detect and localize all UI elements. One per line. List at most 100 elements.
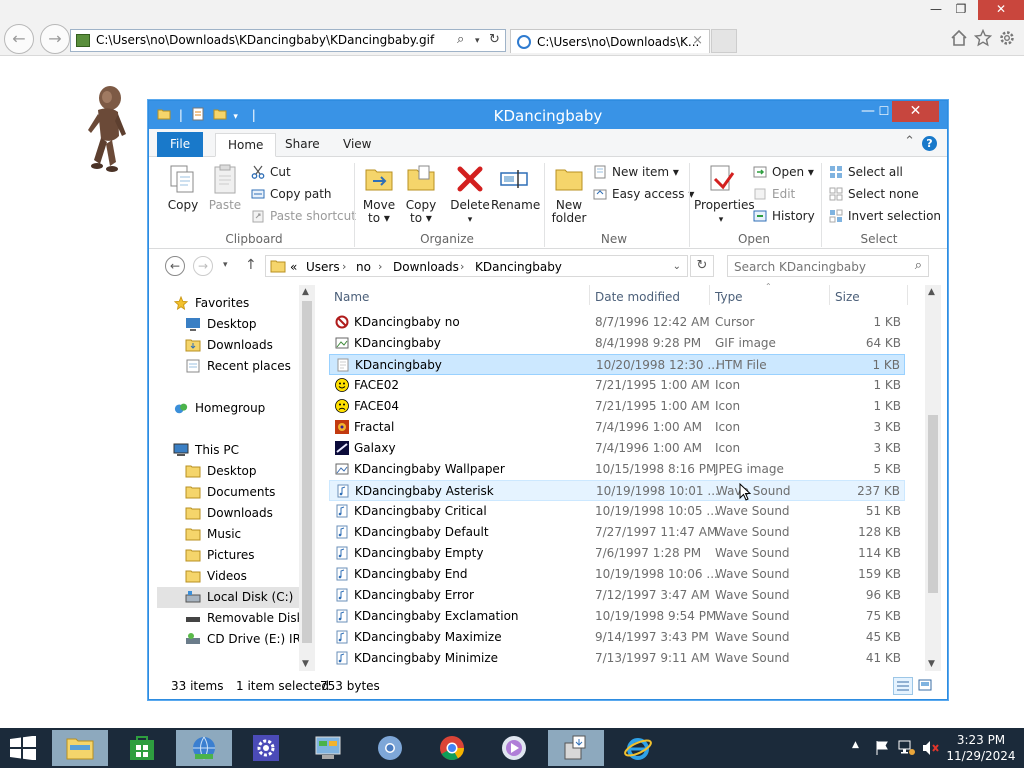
table-row[interactable]: KDancingbaby Default 7/27/1997 11:47 AM … — [329, 522, 905, 543]
taskbar-network[interactable] — [176, 730, 232, 766]
scroll-up-icon[interactable]: ▲ — [302, 287, 309, 297]
column-separator[interactable] — [907, 285, 908, 305]
settings-gear-icon[interactable] — [998, 29, 1016, 47]
breadcrumb-kdancingbaby[interactable]: KDancingbaby — [475, 260, 562, 274]
column-separator[interactable] — [829, 285, 830, 305]
history-button[interactable]: History — [753, 209, 815, 223]
taskbar-media-player[interactable] — [486, 730, 542, 766]
home-icon[interactable] — [950, 29, 968, 47]
back-button[interactable]: ← — [4, 24, 34, 54]
nav-music[interactable]: Music — [185, 524, 241, 545]
refresh-button[interactable]: ↻ — [690, 255, 714, 277]
table-row[interactable]: KDancingbaby 8/4/1998 9:28 PM GIF image … — [329, 333, 905, 354]
new-tab-button[interactable] — [711, 29, 737, 53]
table-row[interactable]: KDancingbaby 10/20/1998 12:30 ... HTM Fi… — [329, 354, 905, 375]
nav-documents[interactable]: Documents — [185, 482, 275, 503]
tab-view[interactable]: View — [331, 133, 383, 157]
scroll-down-icon[interactable]: ▼ — [928, 659, 935, 669]
table-row[interactable]: KDancingbaby Error 7/12/1997 3:47 AM Wav… — [329, 585, 905, 606]
breadcrumb[interactable]: « Users › no › Downloads › KDancingbaby … — [265, 255, 688, 277]
tab-file[interactable]: File — [157, 132, 204, 157]
scroll-up-icon[interactable]: ▲ — [928, 287, 935, 297]
details-view-button[interactable] — [893, 677, 913, 695]
table-row[interactable]: KDancingbaby Critical 10/19/1998 10:05 .… — [329, 501, 905, 522]
taskbar-chromium[interactable] — [362, 730, 418, 766]
nav-removable-disk[interactable]: Removable Disk ( — [185, 608, 299, 629]
nav-desktop[interactable]: Desktop — [185, 314, 257, 335]
search-input[interactable] — [734, 259, 904, 274]
column-header-name[interactable]: Name — [334, 290, 369, 304]
cut-button[interactable]: Cut — [251, 165, 291, 179]
help-icon[interactable]: ? — [922, 136, 937, 151]
forward-button[interactable]: → — [40, 24, 70, 54]
taskbar-file-explorer[interactable] — [52, 730, 108, 766]
nav-videos[interactable]: Videos — [185, 566, 247, 587]
breadcrumb-no[interactable]: no — [356, 260, 371, 274]
search-box[interactable]: ⌕ — [727, 255, 929, 277]
nav-local-disk[interactable]: Local Disk (C:) — [157, 587, 299, 608]
column-separator[interactable] — [709, 285, 710, 305]
refresh-icon[interactable]: ↻ — [489, 32, 500, 47]
dropdown-arrow-icon[interactable]: ▾ — [475, 36, 480, 46]
nav-downloads[interactable]: Downloads — [185, 335, 273, 356]
table-row[interactable]: KDancingbaby Maximize 9/14/1997 3:43 PM … — [329, 627, 905, 648]
new-folder-button[interactable]: New folder — [549, 163, 589, 225]
address-bar[interactable]: C:\Users\no\Downloads\KDancingbaby\KDanc… — [70, 29, 506, 52]
search-icon[interactable]: ⌕ — [457, 32, 464, 47]
taskbar-settings[interactable] — [238, 730, 294, 766]
favorites-star-icon[interactable] — [974, 29, 992, 47]
large-icons-view-button[interactable] — [916, 677, 936, 695]
nav-cd-drive[interactable]: CD Drive (E:) IR5_ — [185, 629, 299, 650]
nav-scrollbar[interactable]: ▲ ▼ — [299, 285, 315, 671]
collapse-ribbon-icon[interactable]: ⌃ — [904, 134, 915, 149]
table-row[interactable]: KDancingbaby End 10/19/1998 10:06 ... Wa… — [329, 564, 905, 585]
copy-button[interactable]: Copy — [165, 163, 201, 212]
taskbar-store[interactable] — [114, 730, 170, 766]
table-row[interactable]: FACE02 7/21/1995 1:00 AM Icon 1 KB — [329, 375, 905, 396]
easy-access-button[interactable]: Easy access ▾ — [593, 187, 694, 201]
edit-button[interactable]: Edit — [753, 187, 795, 201]
select-all-button[interactable]: Select all — [829, 165, 903, 179]
close-button[interactable]: ✕ — [978, 0, 1024, 20]
up-arrow-icon[interactable]: ↑ — [245, 257, 257, 273]
restore-button[interactable]: ❐ — [946, 0, 976, 20]
nav-this-pc[interactable]: This PC — [173, 440, 239, 461]
taskbar-chrome[interactable] — [424, 730, 480, 766]
table-row[interactable]: FACE04 7/21/1995 1:00 AM Icon 1 KB — [329, 396, 905, 417]
network-status-icon[interactable] — [898, 740, 916, 756]
table-row[interactable]: KDancingbaby Empty 7/6/1997 1:28 PM Wave… — [329, 543, 905, 564]
system-clock[interactable]: 3:23 PM 11/29/2024 — [944, 732, 1018, 764]
show-hidden-icons[interactable]: ▲ — [852, 740, 859, 750]
copy-to-button[interactable]: Copy to ▾ — [401, 163, 441, 225]
select-none-button[interactable]: Select none — [829, 187, 919, 201]
table-row[interactable]: KDancingbaby Asterisk 10/19/1998 10:01 .… — [329, 480, 905, 501]
scroll-thumb[interactable] — [302, 301, 312, 643]
column-header-size[interactable]: Size — [835, 290, 860, 304]
windows-start-icon[interactable] — [8, 736, 38, 760]
paste-shortcut-button[interactable]: Paste shortcut — [251, 209, 356, 223]
close-button[interactable]: ✕ — [892, 101, 939, 122]
taskbar-installer[interactable] — [548, 730, 604, 766]
taskbar-internet-explorer[interactable] — [610, 730, 666, 766]
nav-pc-desktop[interactable]: Desktop — [185, 461, 257, 482]
table-row[interactable]: KDancingbaby Wallpaper 10/15/1998 8:16 P… — [329, 459, 905, 480]
table-row[interactable]: KDancingbaby no 8/7/1996 12:42 AM Cursor… — [329, 312, 905, 333]
breadcrumb-overflow[interactable]: « — [290, 260, 297, 274]
properties-button[interactable]: Properties ▾ — [694, 163, 755, 227]
scroll-down-icon[interactable]: ▼ — [302, 659, 309, 669]
column-header-type[interactable]: Type — [715, 290, 743, 304]
open-button[interactable]: Open ▾ — [753, 165, 814, 179]
nav-favorites[interactable]: Favorites — [173, 293, 249, 314]
search-icon[interactable]: ⌕ — [915, 258, 922, 273]
nav-pictures[interactable]: Pictures — [185, 545, 255, 566]
back-button[interactable]: ← — [165, 256, 185, 276]
rename-button[interactable]: Rename — [491, 163, 540, 212]
invert-selection-button[interactable]: Invert selection — [829, 209, 941, 223]
table-row[interactable]: Fractal 7/4/1996 1:00 AM Icon 3 KB — [329, 417, 905, 438]
nav-pc-downloads[interactable]: Downloads — [185, 503, 273, 524]
nav-homegroup[interactable]: Homegroup — [173, 398, 265, 419]
tab-home[interactable]: Home — [215, 133, 277, 157]
table-row[interactable]: KDancingbaby Minimize 7/13/1997 9:11 AM … — [329, 648, 905, 669]
volume-muted-icon[interactable] — [922, 740, 940, 756]
taskbar-control-panel[interactable] — [300, 730, 356, 766]
